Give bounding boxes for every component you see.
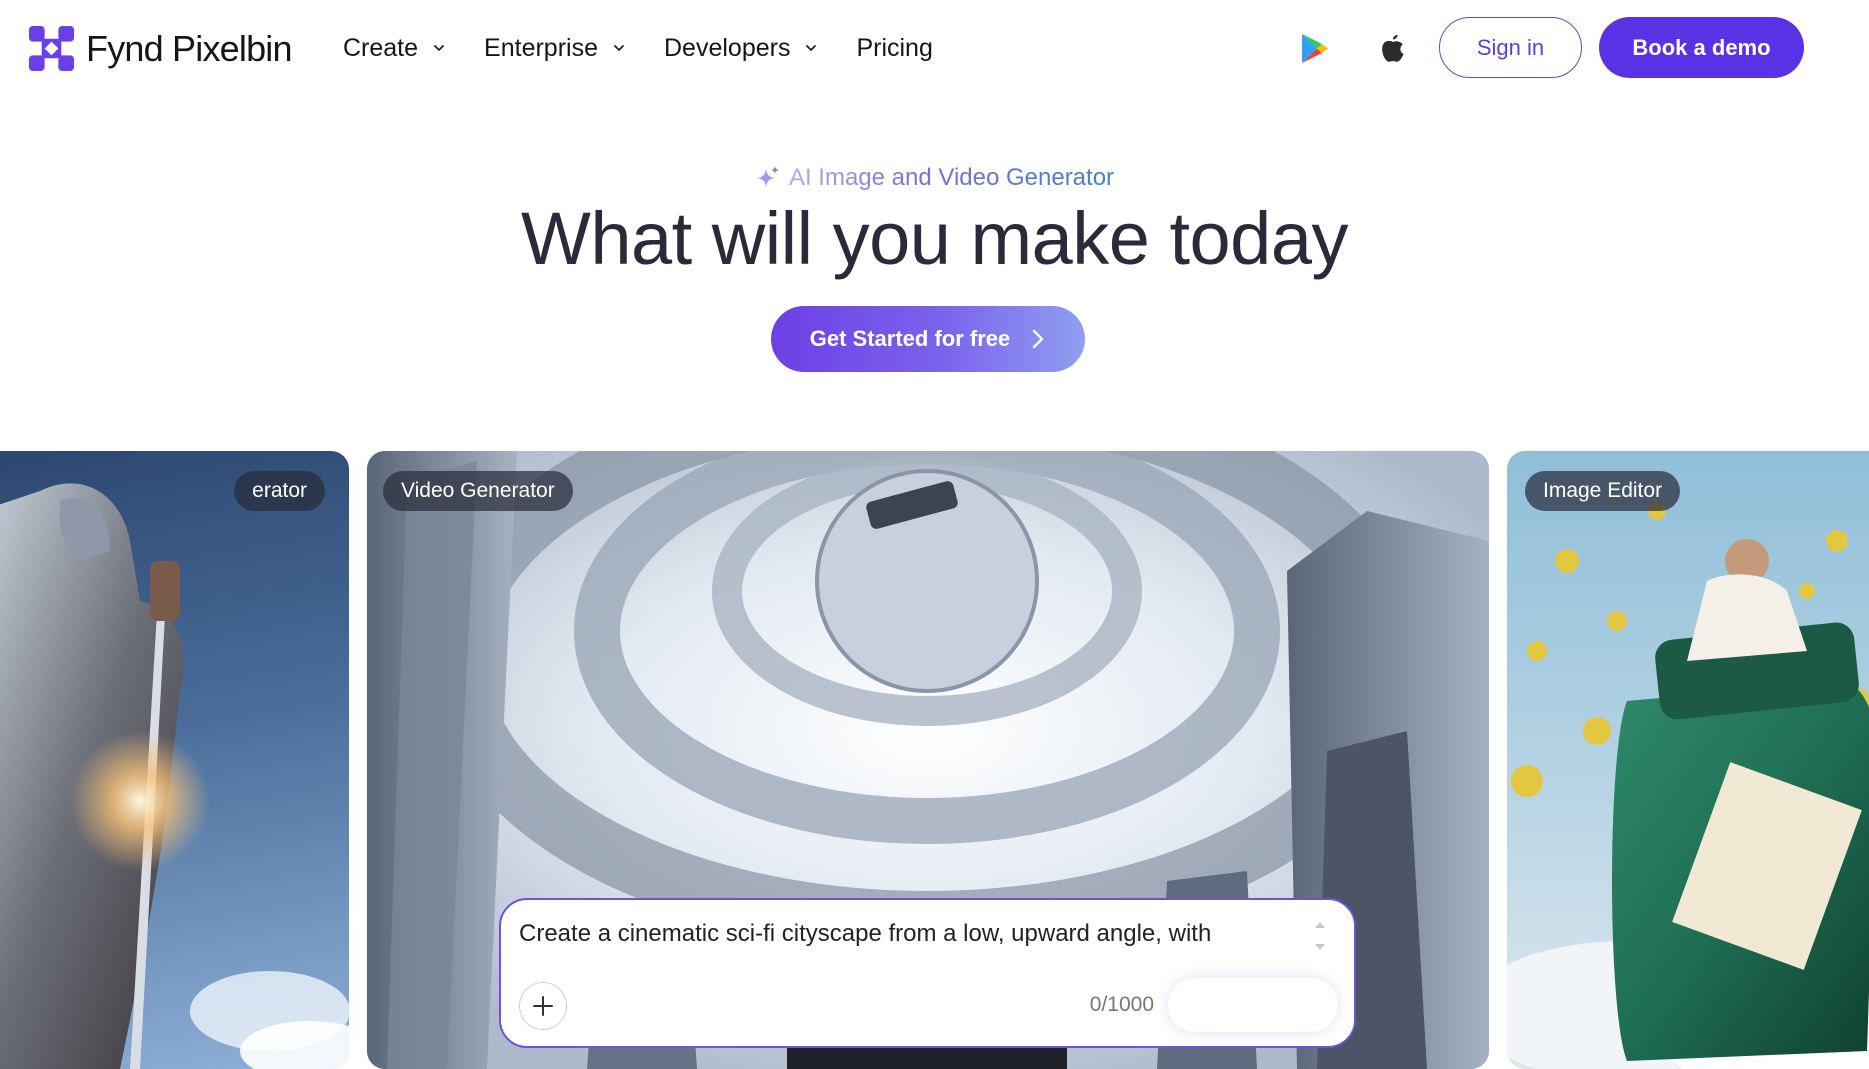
main-menu: Create Enterprise Developers Pricing	[343, 30, 971, 66]
scroll-arrows-icon[interactable]	[1312, 918, 1328, 958]
serum-product-artwork-image	[1507, 502, 1869, 1069]
prompt-box: Create a cinematic sci-fi cityscape from…	[499, 898, 1356, 1048]
sign-in-button[interactable]: Sign in	[1439, 17, 1582, 78]
hero-eyebrow-text: AI Image and Video Generator	[788, 164, 1115, 191]
chevron-down-icon	[434, 45, 444, 51]
hero-headline: What will you make today	[520, 197, 1349, 280]
card-tag: Image Editor	[1525, 471, 1681, 511]
logo[interactable]: Fynd Pixelbin	[27, 24, 293, 73]
menu-create-label: Create	[343, 33, 419, 62]
sparkle-icon	[756, 166, 779, 187]
brand-name: Fynd Pixelbin	[86, 27, 293, 69]
card-tag: erator	[234, 471, 325, 511]
menu-pricing[interactable]: Pricing	[856, 34, 932, 63]
google-play-link[interactable]	[1298, 30, 1332, 66]
add-attachment-button[interactable]	[519, 982, 567, 1030]
get-started-label: Get Started for free	[809, 326, 1011, 351]
card-tag: Video Generator	[383, 471, 573, 511]
menu-create[interactable]: Create	[343, 34, 446, 63]
prompt-input[interactable]: Create a cinematic sci-fi cityscape from…	[519, 920, 1211, 948]
menu-enterprise-label: Enterprise	[484, 33, 598, 62]
card-image-editor[interactable]: Image Editor	[1507, 451, 1869, 1069]
knight-artwork-image	[0, 483, 349, 1069]
plus-icon	[533, 996, 553, 1016]
app-store-link[interactable]	[1376, 30, 1410, 66]
menu-developers[interactable]: Developers	[664, 34, 818, 63]
get-started-button[interactable]: Get Started for free	[771, 306, 1085, 372]
card-image-generator[interactable]: erator	[0, 451, 349, 1069]
apple-icon	[1382, 35, 1404, 62]
menu-enterprise[interactable]: Enterprise	[484, 34, 626, 63]
menu-developers-label: Developers	[664, 33, 791, 62]
submit-button[interactable]	[1168, 978, 1338, 1032]
character-counter: 0/1000	[1089, 993, 1154, 1016]
google-play-icon	[1302, 33, 1328, 63]
menu-pricing-label: Pricing	[856, 33, 933, 62]
pixelbin-logo-icon	[28, 25, 75, 72]
chevron-down-icon	[614, 45, 624, 51]
top-navbar: Fynd Pixelbin Create Enterprise Develope…	[0, 0, 1869, 96]
chevron-right-icon	[1033, 329, 1044, 349]
chevron-down-icon	[806, 45, 817, 51]
hero-eyebrow: AI Image and Video Generator	[0, 164, 1869, 192]
book-demo-button[interactable]: Book a demo	[1599, 17, 1804, 78]
